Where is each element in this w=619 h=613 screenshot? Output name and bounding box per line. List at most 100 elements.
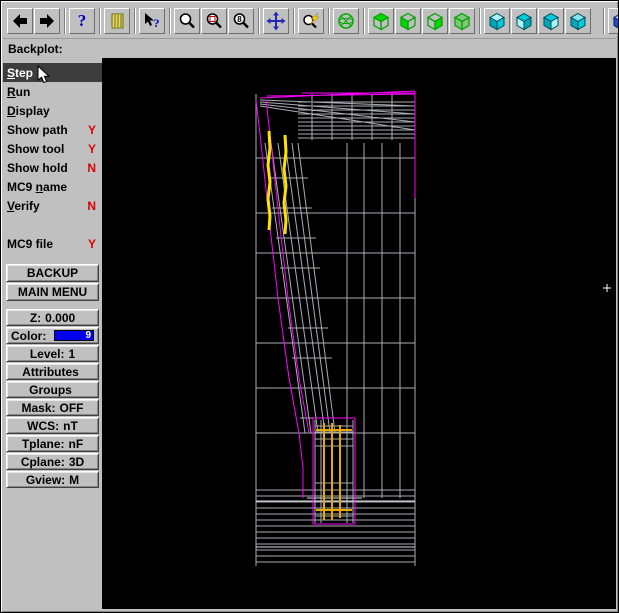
- status-label: Groups: [29, 382, 72, 397]
- menu-item-mc9-file[interactable]: MC9 file Y: [3, 234, 102, 253]
- menu-item-label: Verify: [7, 198, 40, 213]
- menu-item-label: Show path: [7, 122, 68, 137]
- forward-icon: [40, 13, 54, 28]
- menu-item-label: Run: [7, 84, 31, 99]
- status-group: Z: 0.000 Color: 9 Level: 1 Attributes Gr…: [3, 309, 102, 488]
- status-wcs-button[interactable]: WCS: nT: [6, 417, 99, 434]
- status-color-button[interactable]: Color: 9: [6, 327, 99, 344]
- cplane-cube-1-button[interactable]: [484, 7, 510, 34]
- gview-top-cube-icon: [372, 12, 390, 31]
- cplane-cube-2-button[interactable]: [511, 7, 537, 34]
- toolbar-separator: [169, 7, 171, 34]
- wireframe-model: [255, 90, 611, 566]
- dynamic-rotate-icon: [338, 12, 354, 29]
- menu-item-label: Step: [7, 65, 34, 80]
- status-attributes-button[interactable]: Attributes: [6, 363, 99, 380]
- cplane-cube-4-button[interactable]: [565, 7, 591, 34]
- screen-view-cube-icon: [612, 14, 618, 28]
- help-button[interactable]: ?: [69, 7, 95, 34]
- status-label: Color:: [11, 328, 47, 343]
- menu-item-show-path[interactable]: Show path Y: [3, 120, 102, 139]
- cplane-cube-4-icon: [569, 12, 587, 30]
- cplane-cube-1-icon: [488, 12, 506, 30]
- status-value: 1: [68, 346, 76, 361]
- graphics-viewport[interactable]: [102, 58, 616, 609]
- status-mask-button[interactable]: Mask: OFF: [6, 399, 99, 416]
- status-label: Level:: [29, 346, 65, 361]
- toolbar-separator: [134, 7, 136, 34]
- menu-item-label: MC9 file: [7, 236, 54, 251]
- help-icon: ?: [78, 11, 87, 30]
- gview-front-cube-icon: [399, 12, 417, 31]
- toolbar-separator: [479, 7, 481, 34]
- status-groups-button[interactable]: Groups: [6, 381, 99, 398]
- menu-item-mc9-name[interactable]: MC9 name: [3, 177, 102, 196]
- screen-view-button[interactable]: [608, 7, 618, 34]
- gview-isometric-button[interactable]: [449, 7, 475, 34]
- menu-value: Y: [87, 122, 96, 137]
- prompt-row: Backplot:: [3, 40, 616, 57]
- backplot-menu: Step Run Display Show path Y Show tool Y…: [3, 58, 102, 253]
- status-value: nT: [63, 418, 78, 433]
- status-level-button[interactable]: Level: 1: [6, 345, 99, 362]
- menu-value: Y: [87, 141, 96, 156]
- backup-button-label: BACKUP: [26, 266, 79, 280]
- status-label: Gview:: [25, 472, 66, 487]
- operations-list-button[interactable]: [104, 7, 130, 34]
- toolbar-separator: [64, 7, 66, 34]
- context-help-button[interactable]: ?: [139, 7, 165, 34]
- status-tplane-button[interactable]: Tplane: nF: [6, 435, 99, 452]
- status-label: Z:: [29, 310, 42, 325]
- repaint-icon: [303, 12, 320, 28]
- menu-value: N: [87, 198, 96, 213]
- context-help-icon: ?: [145, 12, 160, 30]
- repaint-button[interactable]: [298, 7, 324, 34]
- status-label: Cplane:: [20, 454, 65, 469]
- status-label: WCS:: [27, 418, 60, 433]
- back-icon: [13, 13, 27, 28]
- status-z-button[interactable]: Z: 0.000: [6, 309, 99, 326]
- gview-top-button[interactable]: [368, 7, 394, 34]
- menu-item-display[interactable]: Display: [3, 101, 102, 120]
- menu-item-run[interactable]: Run: [3, 82, 102, 101]
- menu-item-label: MC9 name: [7, 179, 68, 194]
- main-menu-button-label: MAIN MENU: [17, 285, 88, 299]
- status-label: Mask:: [21, 400, 56, 415]
- forward-button[interactable]: [34, 7, 60, 34]
- status-gview-button[interactable]: Gview: M: [6, 471, 99, 488]
- gview-side-button[interactable]: [422, 7, 448, 34]
- cplane-cube-3-icon: [542, 12, 560, 30]
- gview-side-cube-icon: [426, 12, 444, 31]
- gview-front-button[interactable]: [395, 7, 421, 34]
- main-menu-button[interactable]: MAIN MENU: [6, 283, 99, 301]
- toolbar-separator: [293, 7, 295, 34]
- backup-button[interactable]: BACKUP: [6, 264, 99, 282]
- zoom-previous-button[interactable]: 8: [228, 7, 254, 34]
- menu-item-show-tool[interactable]: Show tool Y: [3, 139, 102, 158]
- cplane-cube-3-button[interactable]: [538, 7, 564, 34]
- cplane-cube-2-icon: [515, 12, 533, 30]
- svg-text:?: ?: [154, 16, 160, 30]
- status-value: 3D: [68, 454, 85, 469]
- dynamic-rotate-button[interactable]: [333, 7, 359, 34]
- toolbar-separator: [99, 7, 101, 34]
- status-cplane-button[interactable]: Cplane: 3D: [6, 453, 99, 470]
- toolbar-separator: [258, 7, 260, 34]
- fit-screen-button[interactable]: [263, 7, 289, 34]
- zoom-button[interactable]: [174, 7, 200, 34]
- operations-list-icon: [111, 13, 124, 28]
- back-button[interactable]: [7, 7, 33, 34]
- prompt-label: Backplot:: [8, 41, 63, 56]
- mastercam-window: ? ? 8 Backplot: Step Run Display Show pa…: [0, 0, 619, 613]
- status-value: M: [69, 472, 80, 487]
- zoom-window-button[interactable]: [201, 7, 227, 34]
- mouse-cursor: [37, 65, 51, 84]
- status-value: 0.000: [45, 310, 76, 325]
- menu-item-verify[interactable]: Verify N: [3, 196, 102, 215]
- toolbar-separator: [328, 7, 330, 34]
- toolbar-separator: [363, 7, 365, 34]
- status-value: nF: [68, 436, 84, 451]
- status-label: Attributes: [22, 364, 79, 379]
- menu-item-show-hold[interactable]: Show hold N: [3, 158, 102, 177]
- menu-item-step[interactable]: Step: [3, 63, 102, 82]
